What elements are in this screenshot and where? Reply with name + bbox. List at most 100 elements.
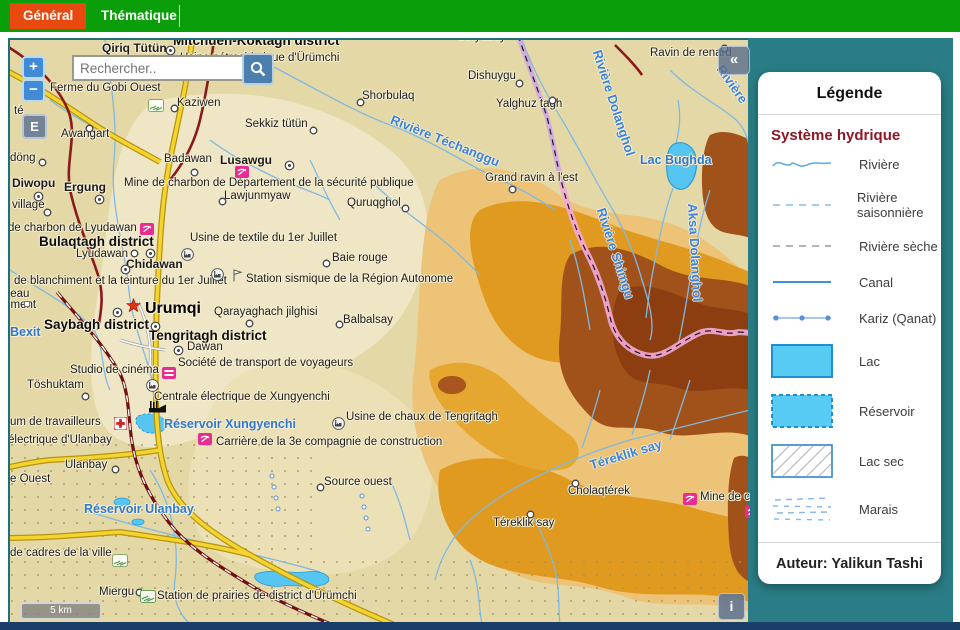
map-label: Mine de cu bbox=[700, 491, 752, 503]
map-label: Quruqghol bbox=[347, 197, 401, 209]
map-label: Sekkiz tütün bbox=[245, 118, 308, 130]
map-label: Chidawan bbox=[126, 257, 183, 271]
circle-marker bbox=[170, 104, 179, 113]
map-label: Shorbulaq bbox=[362, 90, 414, 102]
map-label: Usine de chaux de Tengritagh bbox=[346, 411, 498, 423]
map-label: Téreklik say bbox=[588, 436, 664, 472]
legend-card: Légende Système hydrique RivièreRivière … bbox=[758, 72, 941, 584]
legend-item-label: Rivière saisonnière bbox=[857, 190, 941, 220]
dotcircle-marker bbox=[284, 160, 295, 171]
kariz-swatch-icon bbox=[771, 308, 835, 328]
legend-author: Auteur: Yalikun Tashi bbox=[758, 542, 941, 584]
map-viewport[interactable]: Qiriq TütünMitchuen-Koktagh districtSery… bbox=[8, 38, 752, 626]
legend-item-riviere: Rivière bbox=[771, 154, 941, 174]
hospital-marker bbox=[114, 417, 127, 430]
prairie-marker bbox=[140, 590, 156, 603]
map-label: Source ouest bbox=[324, 476, 392, 488]
map-label: Bulaqtagh district bbox=[39, 234, 154, 249]
mine-marker bbox=[235, 166, 249, 178]
map-label: Société de transport de voyageurs bbox=[178, 357, 353, 369]
mine-marker bbox=[140, 223, 154, 235]
circle-marker bbox=[81, 392, 90, 401]
zoom-in-button[interactable]: + bbox=[22, 56, 45, 79]
circle-marker bbox=[111, 465, 120, 474]
legend-panel: Légende Système hydrique RivièreRivière … bbox=[748, 38, 953, 622]
legend-item-lac-sec: Lac sec bbox=[771, 444, 941, 478]
wavy-swatch-icon bbox=[771, 154, 835, 174]
circle-marker bbox=[38, 158, 47, 167]
circle-marker bbox=[43, 208, 52, 217]
map-label: de charbon de Lyudawan bbox=[8, 222, 137, 234]
map-labels: Qiriq TütünMitchuen-Koktagh districtSery… bbox=[10, 40, 750, 624]
circle-marker bbox=[190, 168, 199, 177]
map-label: Réservoir Xungyenchi bbox=[164, 417, 296, 431]
map-label: Téreklik say bbox=[493, 517, 554, 529]
circle-marker bbox=[322, 259, 331, 268]
map-label: Saybagh district bbox=[44, 317, 149, 332]
flag-marker bbox=[232, 269, 243, 282]
search-input[interactable] bbox=[72, 55, 256, 81]
factory-marker bbox=[332, 417, 345, 430]
map-label: Mine de charbon de Département de la séc… bbox=[124, 177, 414, 189]
dashgray-swatch-icon bbox=[771, 236, 835, 256]
map-label: Lac Bughda bbox=[640, 153, 712, 167]
reservoir-swatch-icon bbox=[771, 394, 835, 428]
map-label: um de travailleurs bbox=[10, 416, 101, 428]
dotcircle-marker bbox=[94, 194, 105, 205]
map-label: Dawan bbox=[187, 341, 223, 353]
circle-marker bbox=[245, 319, 254, 328]
map-label: Ferme du Gobi Ouest bbox=[50, 82, 161, 94]
map-label: Ulanbay bbox=[65, 459, 107, 471]
legend-item-riviere-seche: Rivière sèche bbox=[771, 236, 941, 256]
circle-marker bbox=[356, 98, 365, 107]
map-label: e Ouest bbox=[10, 473, 50, 485]
map-label: Station sismique de la Région Autonome bbox=[246, 273, 453, 285]
dotcircle-marker bbox=[173, 345, 184, 356]
circle-marker bbox=[515, 79, 524, 88]
tab-general[interactable]: Général bbox=[10, 3, 86, 29]
circle-marker bbox=[335, 320, 344, 329]
legend-items: Rivière Rivière saisonnière Rivière sèche C… bbox=[758, 154, 941, 542]
legend-title: Légende bbox=[758, 72, 941, 115]
legend-item-label: Marais bbox=[859, 502, 898, 517]
map-label: de blanchiment et la teinture du 1er Jui… bbox=[14, 275, 227, 287]
map-label: électrique d'Ulanbay bbox=[8, 434, 112, 446]
marais-swatch-icon bbox=[771, 494, 835, 524]
legend-item-marais: Marais bbox=[771, 494, 941, 524]
circle-marker bbox=[508, 185, 517, 194]
collapse-panel-button[interactable]: « bbox=[718, 46, 750, 75]
map-label: döng bbox=[10, 152, 36, 164]
map-label: Urumqi bbox=[145, 300, 201, 318]
tab-thematique[interactable]: Thématique bbox=[88, 3, 190, 29]
app-window: Général Thématique bbox=[0, 0, 960, 630]
extent-button[interactable]: E bbox=[22, 114, 47, 139]
dashblue-swatch-icon bbox=[771, 195, 833, 215]
map-label: de cadres de la ville bbox=[10, 547, 112, 559]
circle-marker bbox=[571, 479, 580, 488]
map-label: Qiriq Tütün bbox=[102, 41, 167, 55]
circle-marker bbox=[309, 126, 318, 135]
smallsq-marker bbox=[24, 301, 30, 307]
lac-swatch-icon bbox=[771, 344, 835, 378]
map-label: Seryaboy bbox=[457, 38, 506, 43]
tab-separator bbox=[179, 5, 180, 27]
factory-marker bbox=[146, 379, 159, 392]
factory-marker bbox=[181, 248, 194, 261]
info-button[interactable]: i bbox=[718, 593, 745, 620]
map-label: Rivière Dolanghol bbox=[590, 48, 638, 158]
map-label: Dishuygu bbox=[468, 70, 516, 82]
zoom-out-button[interactable]: − bbox=[22, 79, 45, 102]
dotcircle-marker bbox=[145, 248, 156, 259]
legend-item-label: Canal bbox=[859, 275, 893, 290]
mine-marker bbox=[198, 433, 212, 445]
search-button[interactable] bbox=[242, 53, 274, 85]
map-label: Töshuktam bbox=[27, 379, 84, 391]
legend-item-riviere-saisonniere: Rivière saisonnière bbox=[771, 190, 941, 220]
search-icon bbox=[250, 61, 266, 77]
map-label: Lyudawan bbox=[76, 248, 128, 260]
map-label: Réservoir Ulanbay bbox=[84, 502, 194, 516]
map-label: Badawan bbox=[164, 153, 212, 165]
scale-bar: 5 km bbox=[20, 602, 102, 620]
legend-item-label: Rivière sèche bbox=[859, 239, 938, 254]
legend-item-reservoir: Réservoir bbox=[771, 394, 941, 428]
